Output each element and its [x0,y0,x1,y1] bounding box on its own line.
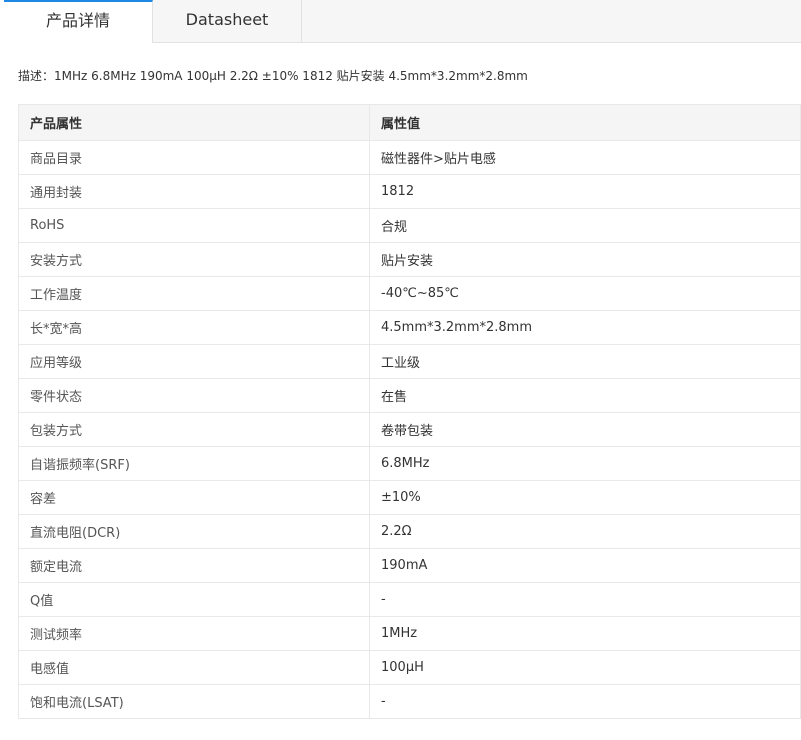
attribute-name: RoHS [18,208,370,243]
table-header-row: 产品属性 属性值 [18,104,801,141]
attribute-value: - [369,582,801,617]
table-row: 直流电阻(DCR) 2.2Ω [18,514,801,549]
attribute-value: 2.2Ω [369,514,801,549]
attribute-table: 产品属性 属性值 商品目录 磁性器件>贴片电感 通用封装 1812 RoHS 合规 安装方式… [18,104,801,719]
attribute-name: 商品目录 [18,140,370,175]
table-row: 应用等级 工业级 [18,344,801,379]
attribute-value: 100μH [369,650,801,685]
attribute-name: 通用封装 [18,174,370,209]
table-row: 自谐振频率(SRF) 6.8MHz [18,446,801,481]
attribute-name: 长*宽*高 [18,310,370,345]
table-row: 电感值 100μH [18,650,801,685]
table-row: 安装方式 贴片安装 [18,242,801,277]
attribute-name: 包装方式 [18,412,370,447]
attribute-name: 安装方式 [18,242,370,277]
attribute-name: 电感值 [18,650,370,685]
attribute-name: 工作温度 [18,276,370,311]
attribute-value: 190mA [369,548,801,583]
attribute-value: ±10% [369,480,801,515]
header-value: 属性值 [369,104,801,141]
table-row: 通用封装 1812 [18,174,801,209]
attribute-name: 测试频率 [18,616,370,651]
attribute-name: 容差 [18,480,370,515]
table-row: Q值 - [18,582,801,617]
attribute-value: 卷带包装 [369,412,801,447]
table-row: 包装方式 卷带包装 [18,412,801,447]
attribute-value: 6.8MHz [369,446,801,481]
attribute-value: 在售 [369,378,801,413]
attribute-value: 合规 [369,208,801,243]
attribute-value: 贴片安装 [369,242,801,277]
attribute-value: 4.5mm*3.2mm*2.8mm [369,310,801,345]
table-row: 商品目录 磁性器件>贴片电感 [18,140,801,175]
attribute-value: 1812 [369,174,801,209]
header-attribute: 产品属性 [18,104,370,141]
table-row: 容差 ±10% [18,480,801,515]
table-row: RoHS 合规 [18,208,801,243]
table-row: 长*宽*高 4.5mm*3.2mm*2.8mm [18,310,801,345]
attribute-name: 自谐振频率(SRF) [18,446,370,481]
attribute-name: 零件状态 [18,378,370,413]
attribute-name: 直流电阻(DCR) [18,514,370,549]
table-row: 工作温度 -40℃~85℃ [18,276,801,311]
table-row: 饱和电流(LSAT) - [18,684,801,719]
table-row: 额定电流 190mA [18,548,801,583]
attribute-name: Q值 [18,582,370,617]
table-row: 测试频率 1MHz [18,616,801,651]
attribute-value: 1MHz [369,616,801,651]
attribute-value: -40℃~85℃ [369,276,801,311]
table-row: 零件状态 在售 [18,378,801,413]
attribute-value: 工业级 [369,344,801,379]
attribute-name: 饱和电流(LSAT) [18,684,370,719]
attribute-name: 应用等级 [18,344,370,379]
tab-datasheet[interactable]: Datasheet [153,0,302,42]
attribute-name: 额定电流 [18,548,370,583]
product-description: 描述：1MHz 6.8MHz 190mA 100μH 2.2Ω ±10% 181… [18,69,528,83]
tab-product-details[interactable]: 产品详情 [4,0,153,43]
attribute-value: - [369,684,801,719]
tab-bar: 产品详情 Datasheet [4,0,801,43]
attribute-value: 磁性器件>贴片电感 [369,140,801,175]
